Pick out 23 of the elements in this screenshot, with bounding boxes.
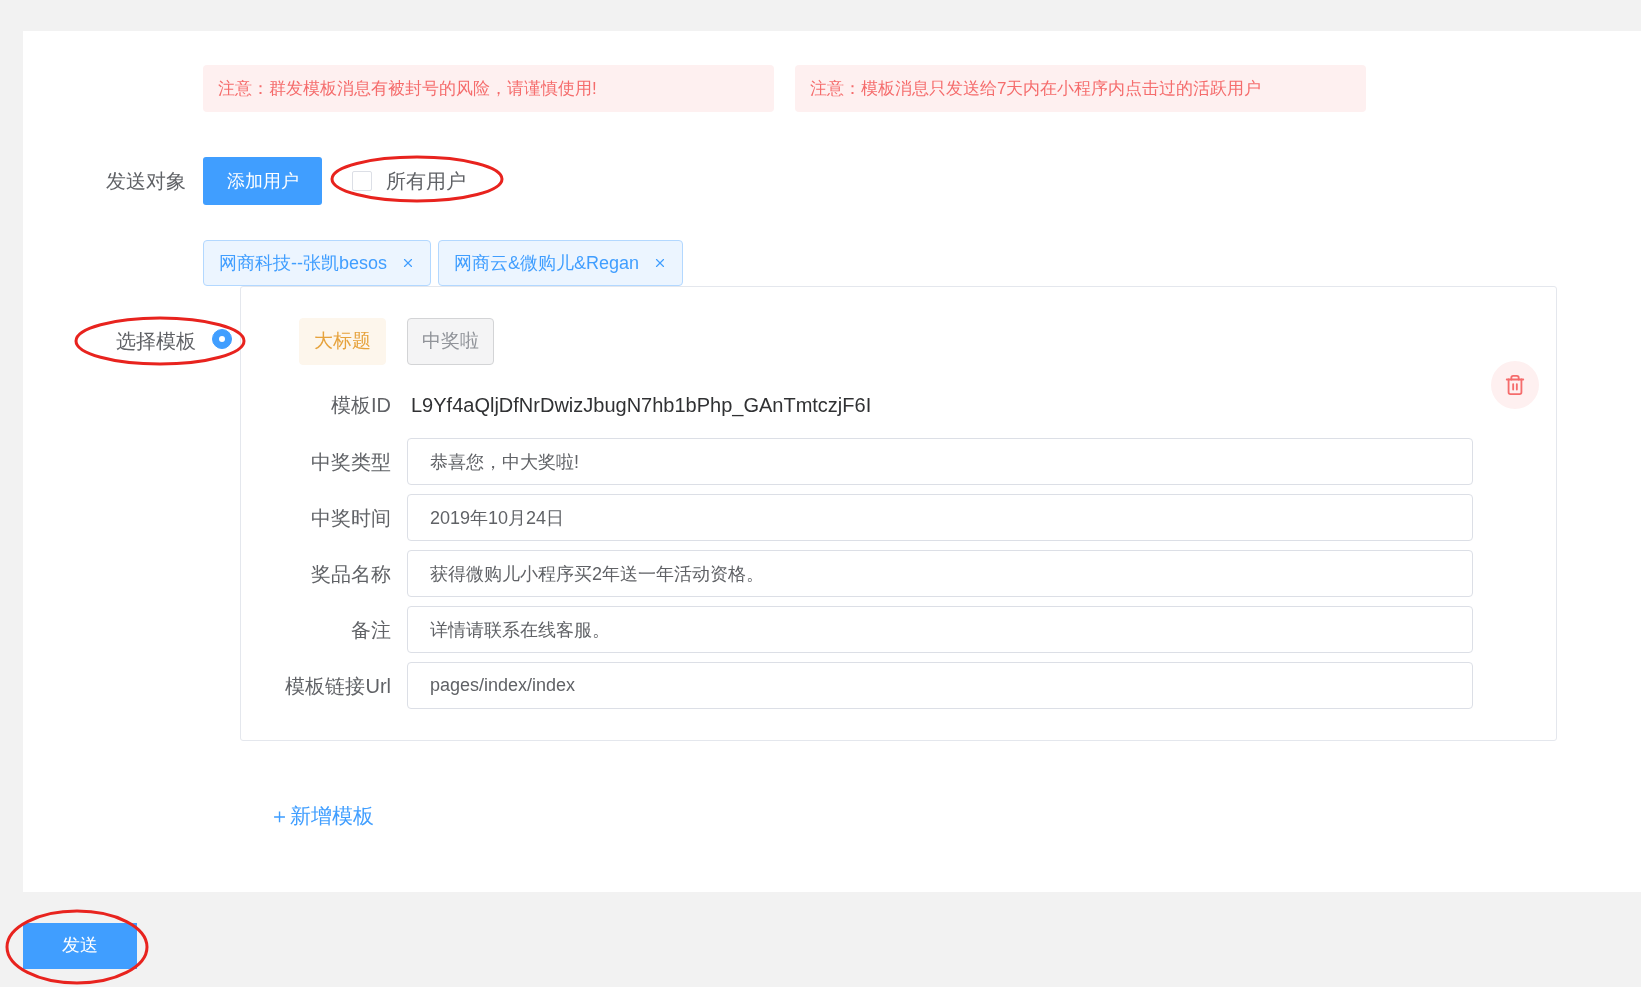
warning-notice: 注意：群发模板消息有被封号的风险，请谨慎使用! bbox=[203, 65, 774, 112]
field-label: 中奖时间 bbox=[310, 505, 391, 531]
checkbox-label: 所有用户 bbox=[386, 169, 466, 194]
field-label: 备注 bbox=[350, 617, 391, 643]
field-label: 中奖类型 bbox=[310, 449, 391, 475]
checkbox[interactable] bbox=[352, 171, 372, 191]
input-field[interactable]: 详情请联系在线客服。 bbox=[407, 606, 1473, 653]
input-field[interactable]: 获得微购儿小程序买2年送一年活动资格。 bbox=[407, 550, 1473, 597]
field-label: 发送对象 bbox=[106, 170, 186, 192]
field-label: 选择模板 bbox=[116, 329, 196, 354]
input-field[interactable]: 2019年10月24日 bbox=[407, 494, 1473, 541]
input-field[interactable]: pages/index/index bbox=[407, 662, 1473, 709]
radio-button[interactable] bbox=[212, 329, 232, 349]
field-label: 模板链接Url bbox=[284, 673, 391, 699]
warning-notice: 注意：模板消息只发送给7天内在小程序内点击过的活跃用户 bbox=[795, 65, 1366, 112]
template-id-value: L9Yf4aQljDfNrDwizJbugN7hb1bPhp_GAnTmtczjF6I bbox=[411, 393, 872, 419]
field-label: 模板ID bbox=[330, 393, 391, 418]
input-field[interactable]: 恭喜您，中大奖啦! bbox=[407, 438, 1473, 485]
tag-label: 网商云&微购儿&Regan bbox=[454, 251, 640, 275]
field-label: 奖品名称 bbox=[310, 561, 391, 587]
trash-icon bbox=[1503, 374, 1526, 396]
tag-label: 网商科技--张凯besos bbox=[219, 251, 388, 275]
delete-button[interactable] bbox=[1490, 361, 1539, 409]
